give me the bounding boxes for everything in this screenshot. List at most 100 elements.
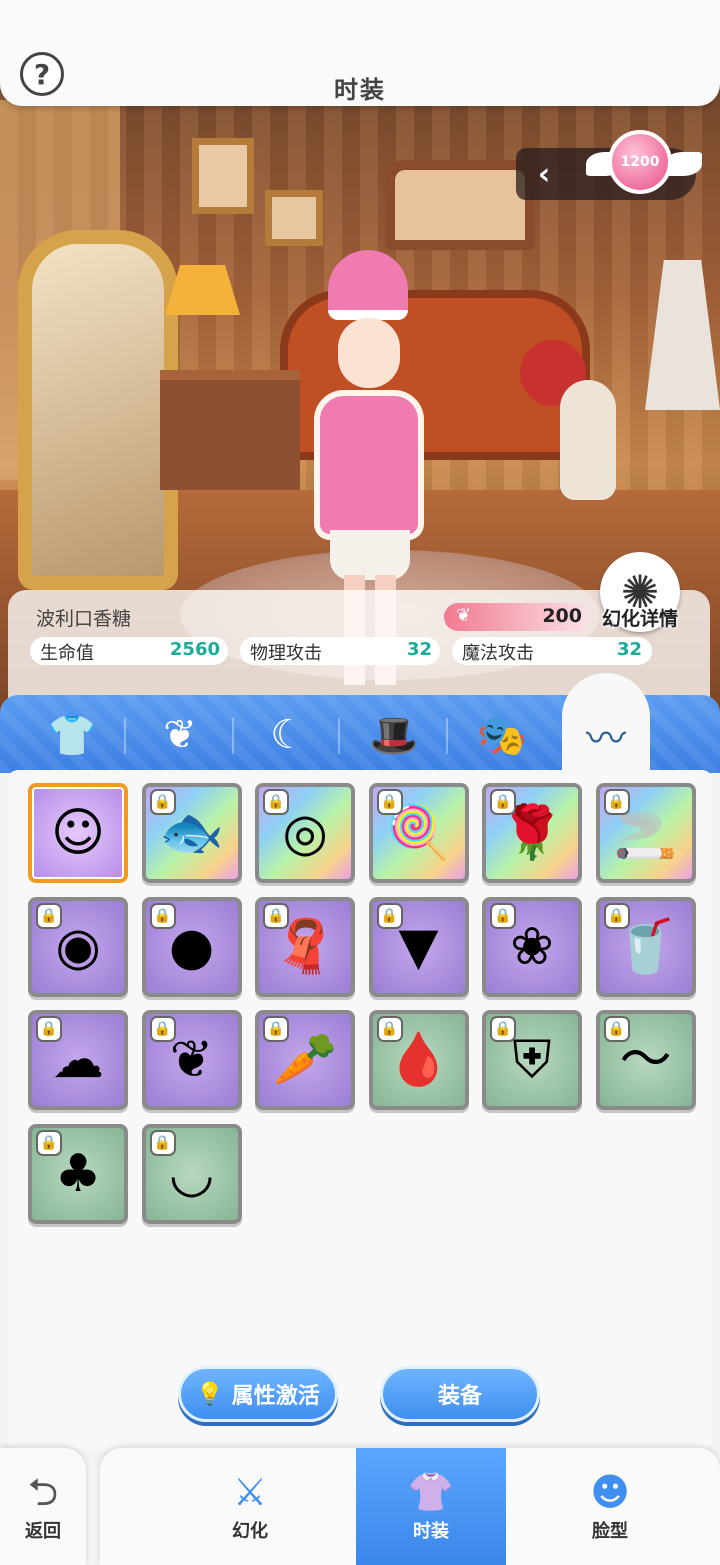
item-slot[interactable]: ❀ 🔒 [482, 896, 582, 997]
activate-attributes-button[interactable]: 💡 属性激活 [178, 1366, 338, 1422]
costume-name: 波利口香糖 [36, 608, 132, 630]
tab-hat[interactable]: 🎩 [346, 705, 442, 765]
face-icon: ☻ [590, 1469, 630, 1514]
wings-icon: ❦ [163, 712, 197, 758]
armor-mask-icon: ⛨ [512, 1030, 552, 1090]
equip-label: 装备 [437, 1384, 482, 1409]
stat-label-hp: 生命值 [40, 643, 94, 664]
nav-fashion[interactable]: 👚 时装 [356, 1450, 506, 1565]
smoke-icon: ☁ [52, 1030, 104, 1090]
nav-illusion[interactable]: ⚔ 幻化 [180, 1450, 320, 1565]
item-slot[interactable]: 🍭 🔒 [368, 783, 469, 883]
lock-icon: 🔒 [492, 1018, 514, 1040]
drink-can-icon: 🥤 [613, 916, 678, 977]
lock-icon: 🔒 [38, 1131, 60, 1154]
shirt-icon: 👕 [47, 712, 97, 759]
lock-icon: 🔒 [265, 904, 287, 927]
white-feather-icon: ❦ [169, 1030, 214, 1090]
item-slot[interactable]: 🥕 🔒 [255, 1010, 355, 1110]
item-slot[interactable]: ♣ 🔒 [28, 1123, 128, 1224]
item-slot[interactable]: ▼ 🔒 [368, 896, 469, 997]
lock-icon: 🔒 [38, 904, 60, 927]
item-slot[interactable]: 〜 🔒 [595, 1010, 696, 1110]
standing-mirror [18, 230, 178, 590]
character-coat [314, 390, 424, 540]
lollipop-icon: 🍭 [386, 803, 451, 863]
item-slot[interactable]: ☺ [28, 783, 128, 883]
currency-gem[interactable]: 1200 [608, 130, 672, 194]
outfit-icon: 👚 [407, 1469, 455, 1514]
tail-icon: ☾ [270, 712, 306, 758]
tab-mask[interactable]: 🎭 [454, 705, 550, 765]
lock-icon: 🔒 [265, 1018, 287, 1040]
lock-icon: 🔒 [151, 1131, 174, 1154]
beard-icon: ♣ [54, 1143, 102, 1204]
lock-icon: 🔒 [38, 1018, 60, 1040]
item-slot[interactable]: ◎ 🔒 [255, 783, 355, 883]
tab-divider [124, 718, 126, 754]
item-slot[interactable]: ◡ 🔒 [141, 1123, 242, 1224]
character-face [338, 318, 400, 388]
nav-back[interactable]: ⮌ 返回 [0, 1450, 86, 1565]
lock-icon: 🔒 [605, 791, 628, 813]
donut-icon: ◎ [282, 803, 328, 863]
mask-icon: 🎭 [477, 712, 527, 759]
item-slot[interactable]: ◉ 🔒 [28, 896, 128, 997]
illusion-detail-label[interactable]: 幻化详情 [592, 604, 688, 631]
lock-icon: 🔒 [605, 904, 628, 927]
tab-mouth-accessory[interactable]: 〰 [562, 705, 650, 765]
item-slot[interactable]: ❦ 🔒 [141, 1010, 242, 1110]
nav-illusion-label: 幻化 [232, 1520, 268, 1542]
mustache-icon: 〰 [586, 716, 626, 762]
blood-bag-icon: 🩸 [386, 1030, 451, 1090]
hat-icon: 🎩 [369, 712, 419, 759]
lock-icon: 🔒 [378, 791, 401, 813]
brows-icon: 〜 [619, 1030, 672, 1090]
wings-power-icon: ❦ [456, 605, 472, 626]
equip-button[interactable]: 装备 [380, 1366, 540, 1422]
item-slot[interactable]: 🐟 🔒 [141, 783, 242, 883]
item-slot[interactable]: ☁ 🔒 [28, 1010, 128, 1110]
nav-back-label: 返回 [25, 1520, 61, 1542]
sword-icon: ⚔ [232, 1469, 268, 1514]
tab-outfit[interactable]: 👕 [24, 705, 120, 765]
top-header: ? 时装 [0, 0, 720, 106]
item-slot[interactable]: 🌹 🔒 [482, 783, 582, 883]
item-slot[interactable]: ● 🔒 [141, 896, 242, 997]
lock-icon: 🔒 [151, 904, 174, 927]
item-slot[interactable]: 🥤 🔒 [595, 896, 696, 997]
tab-divider [338, 718, 340, 754]
stat-label-matk: 魔法攻击 [462, 643, 534, 664]
side-table [160, 370, 300, 490]
spiked-mask-icon: ▼ [398, 916, 439, 977]
lock-icon: 🔒 [492, 791, 514, 813]
stat-value-matk: 32 [616, 639, 642, 660]
item-slot[interactable]: 🧣 🔒 [255, 896, 355, 997]
nav-fashion-label: 时装 [413, 1520, 449, 1542]
nav-face[interactable]: ☻ 脸型 [540, 1450, 680, 1565]
item-slot[interactable]: 🚬 🔒 [595, 783, 696, 883]
tab-wings[interactable]: ❦ [132, 705, 228, 765]
pipe-icon: 🚬 [613, 803, 678, 863]
lock-icon: 🔒 [605, 1018, 628, 1040]
item-slot[interactable]: 🩸 🔒 [368, 1010, 469, 1110]
power-value: 200 [542, 605, 582, 627]
rainbow-scarf-icon: 🧣 [272, 916, 338, 977]
page-title: 时装 [334, 76, 386, 104]
lightbulb-icon: 💡 [196, 1381, 224, 1407]
back-arrow-icon: ⮌ [27, 1469, 59, 1514]
tab-tail[interactable]: ☾ [240, 705, 336, 765]
stat-value-patk: 32 [406, 639, 432, 660]
stat-value-hp: 2560 [169, 639, 220, 660]
lock-icon: 🔒 [151, 1018, 174, 1040]
lock-icon: 🔒 [151, 791, 174, 813]
pacifier-icon: ◉ [55, 916, 101, 977]
collapse-arrow-icon[interactable]: ‹ [522, 152, 566, 196]
rose-icon: 🌹 [499, 803, 565, 863]
dress-form [560, 380, 616, 500]
nav-face-label: 脸型 [592, 1520, 628, 1542]
wall-mirror [385, 160, 535, 250]
white-rose-icon: ❀ [510, 916, 554, 977]
item-slot[interactable]: ⛨ 🔒 [482, 1010, 582, 1110]
stat-label-patk: 物理攻击 [250, 643, 322, 664]
